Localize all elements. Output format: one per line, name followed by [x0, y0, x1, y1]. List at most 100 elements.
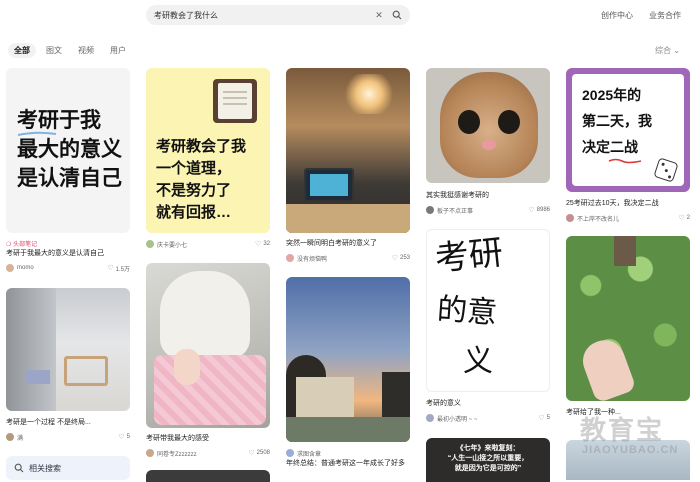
note-meta: 满 ♡ 5 [6, 432, 130, 442]
note-cover[interactable]: 2025年的 第二天，我 决定二战 [566, 68, 690, 192]
blanket-shape [154, 355, 266, 425]
tab-image-text[interactable]: 图文 [46, 43, 62, 58]
cover-text: 决定二战 [582, 139, 638, 155]
like-button[interactable]: ♡ 2 [678, 214, 690, 222]
like-button[interactable]: ♡ 253 [392, 254, 410, 262]
author-name[interactable]: 满 [17, 433, 118, 442]
note-cover[interactable]: 考研于我 最大的意义 是认清自己 [6, 68, 130, 233]
chevron-down-icon: ⌄ [673, 46, 680, 55]
avatar[interactable] [286, 449, 294, 457]
note-meta: 同卷专Zzzzzzz ♡ 2508 [146, 448, 270, 458]
sort-dropdown[interactable]: 综合 ⌄ [655, 45, 680, 56]
cover-text: 考研教会了我 [156, 138, 247, 155]
avatar[interactable] [426, 414, 434, 422]
note-title[interactable]: 25考研过去10天，我决定二战 [566, 199, 690, 208]
cover-text: 就是因为它是可控的” [454, 465, 522, 472]
tab-all[interactable]: 全部 [8, 43, 36, 58]
like-count: 5 [126, 434, 130, 440]
avatar[interactable] [6, 264, 14, 272]
cover-text: 一个道理， [156, 160, 232, 177]
cover-text: 第二天，我 [582, 113, 652, 129]
chair-shape [160, 271, 250, 359]
note-meta: 最初小透明 ~ ~ ♡ 5 [426, 413, 550, 423]
like-button[interactable]: ♡ 1.5万 [107, 264, 130, 273]
handwriting-text: 义 [463, 344, 493, 379]
note-title[interactable]: 考研于我最大的意义是认清自己 [6, 249, 130, 258]
note-cover[interactable]: 《七年》来啦复刻： “人生一山接之所以重要， 就是因为它是可控的” [426, 438, 550, 482]
like-count: 253 [399, 255, 410, 261]
note-cover[interactable]: 考研 的意 义 [426, 229, 550, 392]
like-count: 5 [546, 415, 550, 421]
author-name[interactable]: 最初小透明 ~ ~ [437, 414, 538, 423]
box-shape [26, 370, 50, 384]
note-meta: 庆卡要小七 ♡ 32 [146, 239, 270, 249]
cover-text: 2025年的 [582, 87, 642, 103]
top-bar: 考研教会了我什么 ✕ 创作中心 业务合作 [0, 0, 700, 32]
avatar[interactable] [146, 240, 154, 248]
close-icon[interactable]: ✕ [374, 10, 384, 20]
note-cover[interactable] [6, 288, 130, 411]
tab-users[interactable]: 用户 [110, 43, 126, 58]
note-meta: 不上岸不改名儿 ♡ 2 [566, 213, 690, 223]
note-cover[interactable]: 考研教会了我 一个道理， 不是努力了 就有回报… [146, 68, 270, 233]
heart-icon: ♡ [528, 207, 535, 214]
note-cover[interactable] [566, 440, 690, 480]
note-cover[interactable] [426, 68, 550, 183]
note-title[interactable]: 年终总结：普通考研这一年成长了好多 [286, 459, 410, 477]
note-title[interactable]: 考研给了我一种... [566, 408, 690, 417]
related-search-label: 相关搜索 [29, 463, 61, 473]
creator-center-link[interactable]: 创作中心 [601, 10, 633, 21]
author-name[interactable]: momo [17, 265, 107, 271]
building-shape [296, 377, 354, 417]
search-icon[interactable] [392, 10, 402, 20]
heart-icon: ♡ [118, 434, 125, 441]
note-title[interactable]: 其实我挺感谢考研的 [426, 191, 550, 200]
author-name[interactable]: 庆卡要小七 [157, 240, 255, 249]
eye-shape [458, 110, 480, 134]
author-name[interactable]: 板子不点正事 [437, 206, 528, 215]
handwriting-text: 考研 [433, 232, 505, 280]
note-title[interactable]: 突然一瞬间明白考研的意义了 [286, 239, 410, 248]
note-meta: 板子不点正事 ♡ 8986 [426, 205, 550, 215]
avatar[interactable] [146, 449, 154, 457]
like-button[interactable]: ♡ 5 [118, 433, 130, 441]
note-cover[interactable] [566, 236, 690, 401]
like-count: 1.5万 [115, 266, 130, 273]
tree-trunk-shape [614, 236, 636, 266]
nose-shape [482, 140, 496, 150]
note-cover[interactable] [146, 470, 270, 482]
fire-icon: ❍ [6, 242, 12, 248]
business-link[interactable]: 业务合作 [649, 10, 681, 21]
ground-shape [286, 417, 410, 442]
note-title[interactable]: 考研是一个过程 不是终局... [6, 418, 130, 427]
note-meta: 没有烦恼鸭 ♡ 253 [286, 253, 410, 263]
author-name[interactable]: 同卷专Zzzzzzz [157, 449, 248, 458]
cover-text: 最大的意义 [17, 138, 122, 161]
note-cover[interactable] [286, 68, 410, 233]
search-bar[interactable]: 考研教会了我什么 ✕ [146, 5, 410, 25]
tab-video[interactable]: 视频 [78, 43, 94, 58]
author-name[interactable]: 不上岸不改名儿 [577, 214, 678, 223]
related-search[interactable]: 相关搜索 [6, 456, 130, 480]
like-button[interactable]: ♡ 5 [538, 414, 550, 422]
like-button[interactable]: ♡ 8986 [528, 206, 550, 214]
avatar[interactable] [6, 433, 14, 441]
avatar[interactable] [286, 254, 294, 262]
note-title[interactable]: 考研的意义 [426, 399, 550, 408]
note-cover[interactable] [146, 263, 270, 428]
chair-shape [64, 356, 108, 386]
note-cover[interactable] [286, 277, 410, 442]
heart-icon: ♡ [538, 415, 545, 422]
like-count: 8986 [536, 207, 550, 213]
author-name[interactable]: 没有烦恼鸭 [297, 254, 392, 263]
like-button[interactable]: ♡ 32 [255, 240, 270, 248]
note-title[interactable]: 考研带我最大的感受 [146, 434, 270, 443]
book-icon [213, 79, 257, 123]
avatar[interactable] [566, 214, 574, 222]
heart-icon: ♡ [391, 255, 398, 262]
search-icon [14, 463, 24, 473]
avatar[interactable] [426, 206, 434, 214]
search-input[interactable]: 考研教会了我什么 [154, 10, 374, 21]
like-button[interactable]: ♡ 2508 [248, 449, 270, 457]
author-name[interactable]: 求图含章 [297, 449, 410, 458]
